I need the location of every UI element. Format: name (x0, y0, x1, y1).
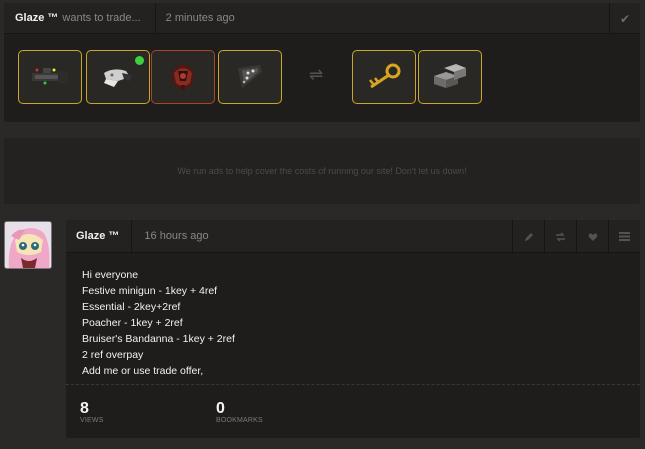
trade-swap-button[interactable] (544, 220, 576, 253)
post-card: Glaze ™ 16 hours ago Hi everyone Festive… (66, 219, 640, 438)
post-line: Bruiser's Bandanna - 1key + 2ref (82, 333, 235, 345)
post-divider (66, 384, 640, 385)
bookmarks-stat: 0 Bookmarks (216, 400, 263, 424)
avatar-image (5, 222, 51, 268)
poacher-icon (238, 65, 262, 88)
item-festive-minigun[interactable] (18, 50, 82, 104)
post-toolbar (512, 220, 640, 253)
views-count: 8 (80, 400, 89, 417)
item-essential-accessories[interactable] (151, 50, 215, 104)
shuffle-icon: ⇌ (309, 65, 324, 84)
trade-card: Glaze ™ wants to trade... 2 minutes ago … (4, 2, 640, 122)
post-header: Glaze ™ 16 hours ago (66, 219, 640, 253)
checkmark-icon[interactable]: ✔ (620, 12, 630, 26)
post-line: Poacher - 1key + 2ref (82, 317, 183, 329)
online-status-dot (135, 56, 144, 65)
header-separator (154, 2, 156, 34)
edit-button[interactable] (512, 220, 544, 253)
post-line: Hi everyone (82, 269, 139, 281)
bruisers-bandanna-icon (104, 69, 132, 87)
pencil-icon (524, 232, 533, 241)
trade-action-text: wants to trade... (62, 12, 141, 24)
item-bruisers-bandanna[interactable] (86, 50, 150, 104)
avatar[interactable] (4, 221, 52, 269)
header-separator (131, 219, 133, 253)
refined-metal-icon (434, 64, 466, 88)
heart-icon (588, 233, 597, 241)
bookmarks-label: Bookmarks (216, 417, 263, 424)
post-line: 2 ref overpay (82, 349, 144, 361)
bookmarks-count: 0 (216, 400, 225, 417)
item-poacher[interactable] (218, 50, 282, 104)
post-line: Essential - 2key+2ref (82, 301, 181, 313)
post-body: Hi everyone Festive minigun - 1key + 4re… (82, 267, 235, 379)
more-options-button[interactable] (608, 220, 640, 253)
post-timestamp: 16 hours ago (144, 230, 209, 242)
item-mann-co-key[interactable] (352, 50, 416, 104)
header-separator (609, 3, 610, 34)
post-username[interactable]: Glaze ™ (76, 230, 119, 242)
menu-icon (619, 232, 630, 241)
trade-header: Glaze ™ wants to trade... 2 minutes ago … (4, 2, 640, 34)
festive-minigun-icon (32, 68, 68, 87)
views-label: Views (80, 417, 104, 424)
item-refined-metal[interactable] (418, 50, 482, 104)
swap-icon (556, 231, 565, 242)
mann-co-key-icon (369, 63, 401, 89)
bookmark-button[interactable] (576, 220, 608, 253)
trade-username[interactable]: Glaze ™ (15, 12, 58, 24)
post-line: Festive minigun - 1key + 4ref (82, 285, 218, 297)
essential-accessories-icon (172, 64, 194, 90)
ad-banner: We run ads to help cover the costs of ru… (4, 138, 640, 204)
trade-timestamp: 2 minutes ago (165, 12, 235, 24)
post-line: Add me or use trade offer, (82, 365, 204, 377)
ad-text: We run ads to help cover the costs of ru… (177, 166, 467, 176)
views-stat: 8 Views (80, 400, 104, 424)
